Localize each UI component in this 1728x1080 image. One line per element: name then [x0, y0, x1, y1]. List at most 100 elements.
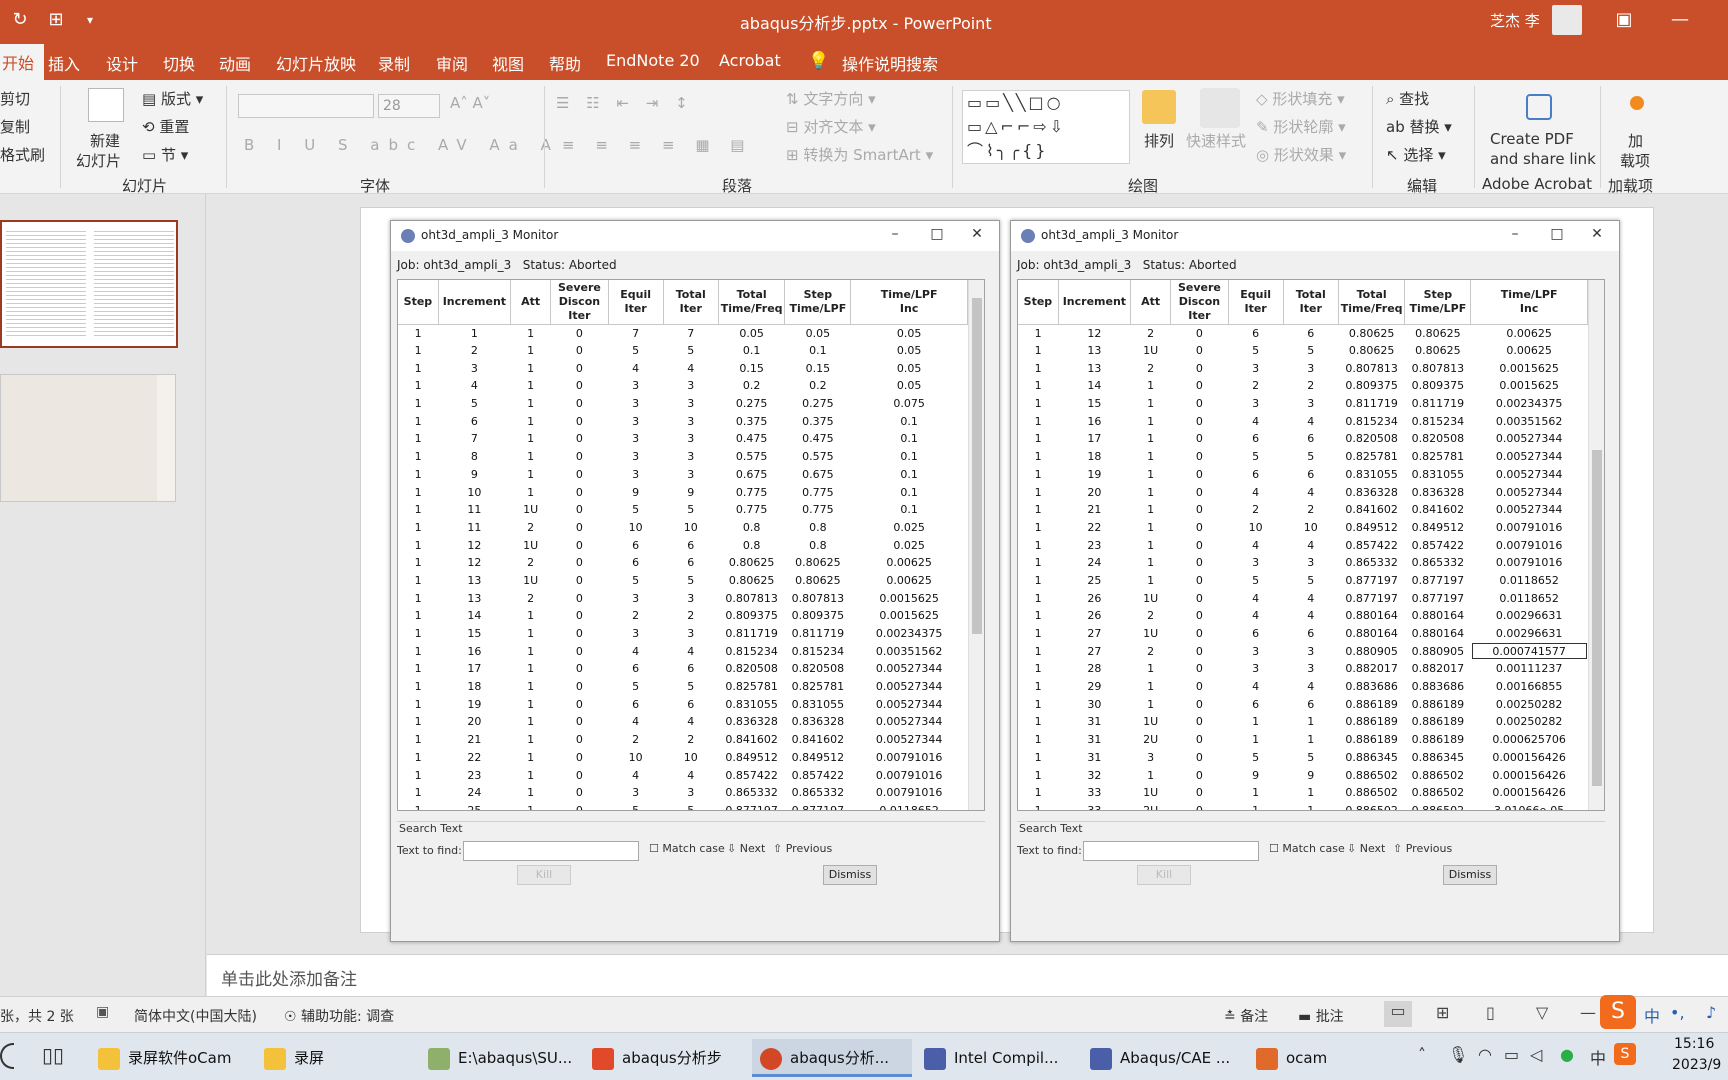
table-row[interactable]: 1 23 1 0 4 4 0.857422 0.857422 0.00791016: [398, 766, 968, 784]
column-header[interactable]: Att: [510, 280, 552, 325]
table-row[interactable]: 1 15 1 0 3 3 0.811719 0.811719 0.00234375: [1018, 395, 1588, 413]
monitor-window-right[interactable]: oht3d_ampli_3 Monitor – □ ✕ Job: oht3d_a…: [1010, 220, 1620, 942]
table-row[interactable]: 1 31 1U 0 1 1 0.886189 0.886189 0.00250282: [1018, 713, 1588, 731]
dismiss-button[interactable]: Dismiss: [1443, 865, 1497, 885]
increment-table[interactable]: Step Increment Att Severe Discon Iter Equil Ite…: [1017, 279, 1605, 811]
column-header[interactable]: Step Time/LPF: [784, 280, 852, 325]
table-row[interactable]: 1 23 1 0 4 4 0.857422 0.857422 0.00791016: [1018, 536, 1588, 554]
kill-button[interactable]: Kill: [1137, 865, 1191, 885]
next-button[interactable]: ⇩ Next: [1347, 842, 1385, 855]
copy-button[interactable]: 复制: [0, 116, 30, 137]
table-row[interactable]: 1 33 1U 0 1 1 0.886502 0.886502 0.000156426: [1018, 784, 1588, 802]
table-row[interactable]: 1 18 1 0 5 5 0.825781 0.825781 0.00527344: [1018, 448, 1588, 466]
layout-button[interactable]: ▤ 版式 ▾: [142, 88, 203, 109]
tab-animations[interactable]: 动画: [219, 51, 251, 75]
tab-home[interactable]: 开始: [0, 44, 45, 80]
comments-toggle[interactable]: ▬ 批注: [1298, 1006, 1344, 1026]
column-header[interactable]: Equil Iter: [608, 280, 664, 325]
table-row[interactable]: 1 11 2 0 10 10 0.8 0.8 0.025: [398, 519, 968, 537]
table-row[interactable]: 1 21 1 0 2 2 0.841602 0.841602 0.00527344: [1018, 501, 1588, 519]
tab-view[interactable]: 视图: [492, 51, 524, 75]
column-header[interactable]: Total Time/Freq: [1338, 280, 1406, 325]
next-button[interactable]: ⇩ Next: [727, 842, 765, 855]
table-scrollbar[interactable]: [1588, 280, 1604, 810]
table-scrollbar[interactable]: [968, 280, 984, 810]
font-size-box[interactable]: 28: [378, 94, 440, 118]
column-header[interactable]: Time/LPF Inc: [850, 280, 968, 325]
column-header[interactable]: Att: [1130, 280, 1172, 325]
table-row[interactable]: 1 14 1 0 2 2 0.809375 0.809375 0.0015625: [1018, 377, 1588, 395]
section-button[interactable]: ▭ 节 ▾: [142, 144, 188, 165]
new-slide-label-2[interactable]: 幻灯片: [76, 150, 121, 171]
text-to-find-input[interactable]: [463, 841, 639, 861]
table-row[interactable]: 1 4 1 0 3 3 0.2 0.2 0.05: [398, 377, 968, 395]
sogou-ime-icon[interactable]: S: [1600, 995, 1636, 1029]
spellcheck-icon[interactable]: ▣: [96, 1004, 109, 1020]
dismiss-button[interactable]: Dismiss: [823, 865, 877, 885]
battery-icon[interactable]: ▭: [1504, 1045, 1519, 1064]
taskbar-item-explorer[interactable]: E:\abaqus\SU...: [428, 1039, 578, 1077]
taskbar-item-intel-compiler[interactable]: Intel Compil...: [924, 1039, 1074, 1077]
addins-icon[interactable]: [1630, 96, 1644, 110]
table-row[interactable]: 1 31 2U 0 1 1 0.886189 0.886189 0.000625706: [1018, 731, 1588, 749]
ime-mode[interactable]: 中: [1644, 1003, 1660, 1027]
tab-review[interactable]: 审阅: [436, 51, 468, 75]
column-header[interactable]: Equil Iter: [1228, 280, 1284, 325]
select-button[interactable]: ↖ 选择 ▾: [1386, 144, 1446, 165]
text-to-find-input[interactable]: [1083, 841, 1259, 861]
close-icon[interactable]: ✕: [967, 226, 987, 242]
wechat-icon[interactable]: ●: [1560, 1045, 1574, 1064]
table-row[interactable]: 1 8 1 0 3 3 0.575 0.575 0.1: [398, 448, 968, 466]
table-row[interactable]: 1 3 1 0 4 4 0.15 0.15 0.05: [398, 359, 968, 377]
normal-view-icon[interactable]: ▭: [1384, 1001, 1412, 1027]
autosave-icon[interactable]: ↻: [8, 8, 32, 32]
table-row[interactable]: 1 28 1 0 3 3 0.882017 0.882017 0.00111237: [1018, 660, 1588, 678]
table-row[interactable]: 1 21 1 0 2 2 0.841602 0.841602 0.00527344: [398, 731, 968, 749]
alignment-buttons[interactable]: ≡ ≡ ≡ ≡ ▦ ▤: [562, 136, 752, 154]
ime-indicator[interactable]: 中: [1590, 1045, 1606, 1069]
table-row[interactable]: 1 27 2 0 3 3 0.880905 0.880905 0.000741577: [1018, 642, 1588, 660]
quick-styles-icon[interactable]: [1200, 88, 1240, 128]
table-row[interactable]: 1 16 1 0 4 4 0.815234 0.815234 0.00351562: [398, 642, 968, 660]
table-row[interactable]: 1 14 1 0 2 2 0.809375 0.809375 0.0015625: [398, 607, 968, 625]
tab-record[interactable]: 录制: [378, 51, 410, 75]
table-row[interactable]: 1 33 2U 0 1 1 0.886502 0.886502 3.91066e-05: [1018, 802, 1588, 810]
microphone-icon[interactable]: 🎙: [1448, 1045, 1468, 1064]
minimize-icon[interactable]: –: [1505, 226, 1525, 242]
shape-fill-button[interactable]: ◇ 形状填充 ▾: [1256, 88, 1345, 109]
maximize-icon[interactable]: □: [1547, 226, 1567, 242]
tray-chevron-icon[interactable]: ˄: [1418, 1045, 1426, 1064]
notes-placeholder[interactable]: 单击此处添加备注: [221, 965, 357, 990]
list-buttons[interactable]: ☰ ☷ ⇤ ⇥ ↕: [556, 94, 694, 112]
taskbar-item-record-folder[interactable]: 录屏: [264, 1039, 354, 1077]
minimize-icon[interactable]: –: [885, 226, 905, 242]
avatar[interactable]: [1552, 5, 1582, 35]
slide-thumbnail-2[interactable]: [0, 374, 176, 502]
slide-thumbnail-1[interactable]: [0, 220, 178, 348]
table-row[interactable]: 1 15 1 0 3 3 0.811719 0.811719 0.00234375: [398, 625, 968, 643]
table-row[interactable]: 1 7 1 0 3 3 0.475 0.475 0.1: [398, 430, 968, 448]
column-header[interactable]: Time/LPF Inc: [1470, 280, 1588, 325]
taskbar-item-abaqus-step[interactable]: abaqus分析步: [592, 1039, 742, 1077]
font-name-box[interactable]: [238, 94, 374, 118]
match-case-checkbox[interactable]: ☐ Match case: [1269, 842, 1345, 855]
notes-pane[interactable]: 单击此处添加备注: [207, 954, 1728, 996]
user-name[interactable]: 芝杰 李: [1490, 10, 1540, 31]
tab-insert[interactable]: 插入: [48, 51, 80, 75]
taskbar-item-abaqus-cae[interactable]: Abaqus/CAE ...: [1090, 1039, 1250, 1077]
table-row[interactable]: 1 13 1U 0 5 5 0.80625 0.80625 0.00625: [398, 572, 968, 590]
column-header[interactable]: Severe Discon Iter: [1170, 280, 1229, 325]
present-icon[interactable]: ⊞: [44, 8, 68, 32]
monitor-titlebar[interactable]: oht3d_ampli_3 Monitor – □ ✕: [391, 221, 999, 251]
maximize-icon[interactable]: □: [927, 226, 947, 242]
column-header[interactable]: Increment: [438, 280, 511, 325]
volume-icon[interactable]: ◁: [1530, 1045, 1542, 1064]
table-row[interactable]: 1 29 1 0 4 4 0.883686 0.883686 0.00166855: [1018, 678, 1588, 696]
table-row[interactable]: 1 25 1 0 5 5 0.877197 0.877197 0.0118652: [1018, 572, 1588, 590]
table-row[interactable]: 1 19 1 0 6 6 0.831055 0.831055 0.00527344: [1018, 466, 1588, 484]
new-slide-label-1[interactable]: 新建: [90, 130, 120, 151]
ribbon-display-icon[interactable]: ▣: [1612, 8, 1636, 32]
table-row[interactable]: 1 22 1 0 10 10 0.849512 0.849512 0.00791016: [398, 749, 968, 767]
slide-sorter-icon[interactable]: ⊞: [1436, 1003, 1449, 1022]
column-header[interactable]: Step Time/LPF: [1404, 280, 1472, 325]
